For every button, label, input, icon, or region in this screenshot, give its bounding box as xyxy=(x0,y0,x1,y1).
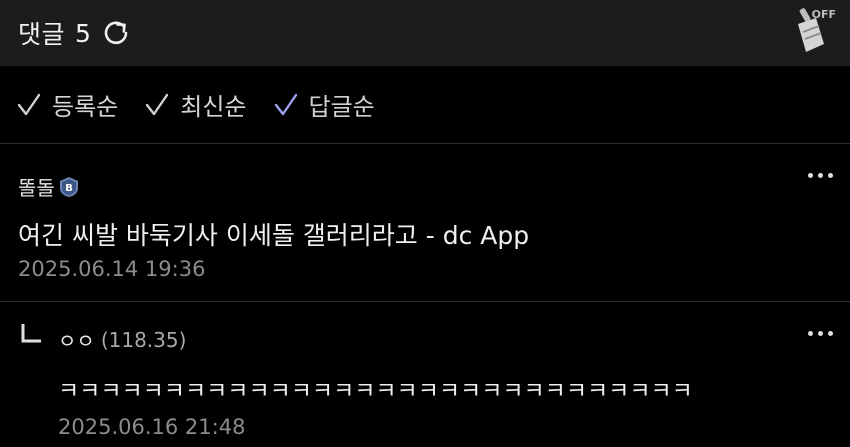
sort-label: 등록순 xyxy=(52,93,119,121)
more-options-icon[interactable] xyxy=(806,170,836,182)
comments-header: 댓글 5 OFF xyxy=(0,0,850,66)
user-badge-icon: B xyxy=(59,176,78,197)
more-options-icon[interactable] xyxy=(806,328,836,340)
check-icon xyxy=(17,93,41,115)
refresh-icon[interactable] xyxy=(101,18,131,48)
sort-by-latest[interactable]: 최신순 xyxy=(144,87,247,122)
author-name: 똘돌 xyxy=(18,176,55,200)
comment-date: 2025.06.14 19:36 xyxy=(18,257,206,281)
check-icon xyxy=(146,93,169,115)
svg-text:B: B xyxy=(65,183,73,194)
sort-label: 최신순 xyxy=(180,93,247,121)
author-ip: (118.35) xyxy=(100,327,187,352)
comment-author[interactable]: 똘돌 B xyxy=(18,172,80,201)
comment-date: 2025.06.16 21:48 xyxy=(58,415,246,439)
author-name: ㅇㅇ xyxy=(58,329,95,353)
comments-title: 댓글 xyxy=(18,20,66,49)
sort-by-replies[interactable]: 답글순 xyxy=(273,87,375,122)
check-icon-selected xyxy=(274,93,297,115)
comment-item: 똘돌 B 여긴 씨발 바둑기사 이세돌 갤러리라고 - dc App 2025.… xyxy=(0,144,850,302)
sort-options: 등록순 최신순 답글순 xyxy=(0,66,850,144)
clean-comments-toggle[interactable]: OFF xyxy=(792,8,836,54)
sort-label: 답글순 xyxy=(308,93,375,121)
reply-arrow-icon xyxy=(21,324,41,343)
comment-text: 여긴 씨발 바둑기사 이세돌 갤러리라고 - dc App xyxy=(18,221,530,250)
sort-by-registration[interactable]: 등록순 xyxy=(16,87,118,122)
clean-off-badge: OFF xyxy=(811,8,836,21)
comment-count: 5 xyxy=(75,18,91,48)
comment-text: ㅋㅋㅋㅋㅋㅋㅋㅋㅋㅋㅋㅋㅋㅋㅋㅋㅋㅋㅋㅋㅋㅋㅋㅋㅋㅋㅋㅋㅋㅋ xyxy=(58,378,693,404)
comment-author[interactable]: ㅇㅇ (118.35) xyxy=(58,325,186,354)
reply-item: ㅇㅇ (118.35) ㅋㅋㅋㅋㅋㅋㅋㅋㅋㅋㅋㅋㅋㅋㅋㅋㅋㅋㅋㅋㅋㅋㅋㅋㅋㅋㅋㅋ… xyxy=(0,303,850,447)
